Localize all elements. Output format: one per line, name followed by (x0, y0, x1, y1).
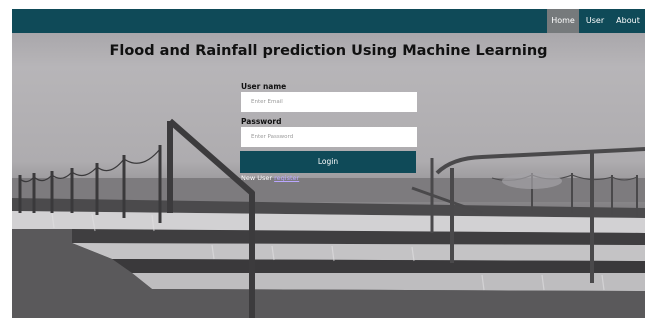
nav-home-link[interactable]: Home (547, 9, 579, 33)
new-user-row: New User register (241, 174, 417, 182)
password-input[interactable] (241, 127, 417, 147)
top-navbar: Home User About (12, 9, 645, 33)
new-user-text: New User (241, 174, 275, 182)
app-frame: Home User About Flood and Rainfall predi… (12, 9, 645, 318)
nav-about-link[interactable]: About (611, 9, 645, 33)
nav-user-link[interactable]: User (579, 9, 611, 33)
email-input[interactable] (241, 92, 417, 112)
page-title: Flood and Rainfall prediction Using Mach… (109, 43, 548, 59)
register-link[interactable]: register (274, 174, 299, 182)
login-form: User name Password Login New User regist… (240, 82, 417, 182)
username-label: User name (241, 82, 287, 91)
login-button[interactable]: Login (240, 151, 416, 173)
password-label: Password (241, 117, 282, 126)
